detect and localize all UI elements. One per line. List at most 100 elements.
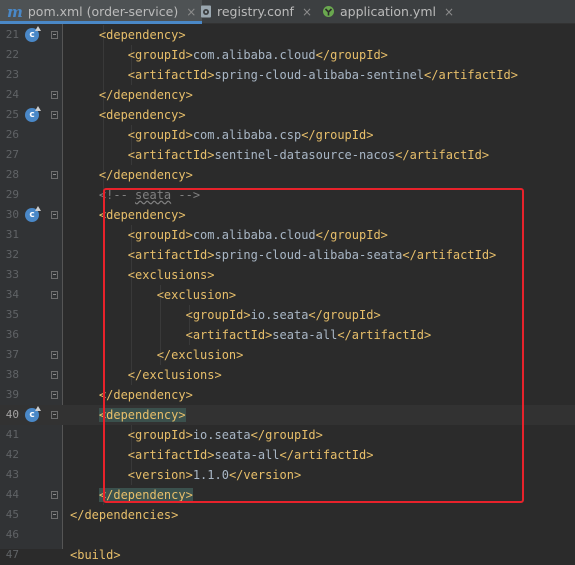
code-line[interactable]: 33 <exclusions> [0, 265, 575, 285]
line-number: 26 [5, 128, 19, 141]
code-line[interactable]: 21 c <dependency> [0, 25, 575, 45]
code-line[interactable]: 34 <exclusion> [0, 285, 575, 305]
code-line[interactable]: 30 c <dependency> [0, 205, 575, 225]
code-line[interactable]: 31 <groupId>com.alibaba.cloud</groupId> [0, 225, 575, 245]
code-editor[interactable]: 21 c <dependency> 22 <groupId>com.alibaba.cl… [0, 24, 575, 562]
xml-comment: seata [135, 188, 172, 202]
fold-end-icon[interactable] [51, 511, 58, 519]
tab-application-yml[interactable]: application.yml × [322, 0, 462, 23]
indent-guide [102, 125, 104, 145]
editor-tab-bar: m pom.xml (order-service) × registry.con… [0, 0, 575, 24]
code-text[interactable]: <dependency> [99, 205, 186, 225]
line-number: 34 [5, 288, 19, 301]
xml-tag: <artifactId> [127, 448, 215, 462]
code-text[interactable]: <exclusion> [157, 285, 236, 305]
code-line[interactable]: 26 <groupId>com.alibaba.csp</groupId> [0, 125, 575, 145]
fold-collapse-icon[interactable] [51, 411, 58, 419]
code-text[interactable]: </dependencies> [70, 505, 178, 525]
indent-guide [102, 365, 104, 385]
code-text[interactable]: </dependency> [98, 485, 193, 505]
code-line[interactable]: 42 <artifactId>seata-all</artifactId> [0, 445, 575, 465]
fold-end-icon[interactable] [51, 391, 58, 399]
override-gutter-icon[interactable]: c [25, 26, 41, 42]
code-text[interactable]: <groupId>com.alibaba.csp</groupId> [128, 125, 374, 145]
code-line[interactable]: 41 <groupId>io.seata</groupId> [0, 425, 575, 445]
code-line[interactable]: 40 c <dependency> [0, 405, 575, 425]
fold-collapse-icon[interactable] [51, 111, 58, 119]
code-line[interactable]: 43 <version>1.1.0</version> [0, 465, 575, 485]
fold-end-icon[interactable] [51, 371, 58, 379]
indent-guide [102, 145, 104, 165]
code-text[interactable]: </dependency> [99, 385, 193, 405]
xml-tag: </dependency> [98, 88, 193, 102]
xml-value: sentinel-datasource-nacos [214, 148, 396, 162]
xml-tag: </groupId> [308, 308, 381, 322]
tab-pom-xml[interactable]: m pom.xml (order-service) × [0, 0, 202, 24]
code-line[interactable]: 35 <groupId>io.seata</groupId> [0, 305, 575, 325]
code-text[interactable]: </dependency> [99, 85, 193, 105]
code-line[interactable]: 22 <groupId>com.alibaba.cloud</groupId> [0, 45, 575, 65]
code-text[interactable]: <build> [70, 545, 121, 565]
tab-registry-conf[interactable]: registry.conf × [200, 0, 318, 23]
code-text[interactable]: </exclusion> [157, 345, 244, 365]
code-line[interactable]: 46 [0, 525, 575, 545]
code-line[interactable]: 32 <artifactId>spring-cloud-alibaba-seata… [0, 245, 575, 265]
close-tab-icon[interactable]: × [186, 5, 196, 19]
code-text[interactable]: <version>1.1.0</version> [128, 465, 301, 485]
close-tab-icon[interactable]: × [444, 5, 454, 19]
fold-end-icon[interactable] [51, 91, 58, 99]
code-line[interactable]: 27 <artifactId>sentinel-datasource-nacos<… [0, 145, 575, 165]
fold-end-icon[interactable] [51, 491, 58, 499]
xml-tag: </exclusion> [156, 348, 244, 362]
code-text[interactable]: <artifactId>spring-cloud-alibaba-seata</… [128, 245, 496, 265]
code-text[interactable]: </dependency> [99, 165, 193, 185]
code-text[interactable]: <exclusions> [128, 265, 215, 285]
line-number: 47 [5, 548, 19, 561]
close-tab-icon[interactable]: × [302, 5, 312, 19]
code-line[interactable]: 37 </exclusion> [0, 345, 575, 365]
fold-collapse-icon[interactable] [51, 211, 58, 219]
code-text[interactable]: <groupId>com.alibaba.cloud</groupId> [128, 45, 388, 65]
code-text[interactable]: <groupId>io.seata</groupId> [128, 425, 323, 445]
fold-collapse-icon[interactable] [51, 271, 58, 279]
xml-tag: </groupId> [301, 128, 374, 142]
code-text[interactable]: <groupId>io.seata</groupId> [186, 305, 381, 325]
code-text[interactable]: <artifactId>sentinel-datasource-nacos</a… [128, 145, 489, 165]
code-text[interactable]: <artifactId>seata-all</artifactId> [128, 445, 374, 465]
code-line[interactable]: 39 </dependency> [0, 385, 575, 405]
override-gutter-icon[interactable]: c [25, 206, 41, 222]
xml-tag: <groupId> [185, 308, 251, 322]
code-line[interactable]: 25 c <dependency> [0, 105, 575, 125]
xml-tag: <exclusion> [156, 288, 237, 302]
code-text[interactable]: <groupId>com.alibaba.cloud</groupId> [128, 225, 388, 245]
xml-tag: <dependency> [98, 208, 186, 222]
fold-collapse-icon[interactable] [51, 291, 58, 299]
line-number: 24 [5, 88, 19, 101]
code-line[interactable]: 38 </exclusions> [0, 365, 575, 385]
fold-end-icon[interactable] [51, 171, 58, 179]
fold-end-icon[interactable] [51, 351, 58, 359]
override-gutter-icon[interactable]: c [25, 406, 41, 422]
code-line[interactable]: 23 <artifactId>spring-cloud-alibaba-senti… [0, 65, 575, 85]
code-text[interactable]: <artifactId>spring-cloud-alibaba-sentine… [128, 65, 518, 85]
code-line[interactable]: 36 <artifactId>seata-all</artifactId> [0, 325, 575, 345]
code-line[interactable]: 47 <build> [0, 545, 575, 565]
xml-value: io.seata [192, 428, 251, 442]
code-text[interactable]: <dependency> [99, 105, 186, 125]
code-text[interactable]: <artifactId>seata-all</artifactId> [186, 325, 432, 345]
xml-tag: </artifactId> [395, 148, 490, 162]
code-line[interactable]: 45 </dependencies> [0, 505, 575, 525]
override-gutter-icon[interactable]: c [25, 106, 41, 122]
code-text[interactable]: <!-- seata --> [99, 185, 200, 205]
code-text[interactable]: <dependency> [98, 405, 186, 425]
code-line[interactable]: 24 </dependency> [0, 85, 575, 105]
xml-tag: </groupId> [315, 228, 388, 242]
code-text[interactable]: </exclusions> [128, 365, 222, 385]
code-line[interactable]: 29 <!-- seata --> [0, 185, 575, 205]
line-number: 44 [5, 488, 19, 501]
code-text[interactable]: <dependency> [99, 25, 186, 45]
code-line[interactable]: 28 </dependency> [0, 165, 575, 185]
fold-collapse-icon[interactable] [51, 31, 58, 39]
line-number: 22 [5, 48, 19, 61]
code-line[interactable]: 44 </dependency> [0, 485, 575, 505]
